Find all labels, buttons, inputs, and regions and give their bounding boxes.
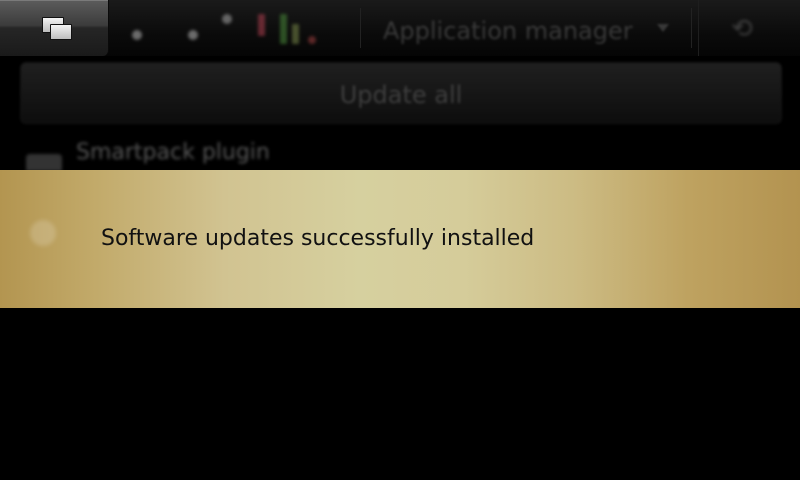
screen: Application manager ⟲ Update all Smartpa… [0,0,800,480]
title-menu[interactable]: Application manager [360,8,692,48]
signal-icon [280,14,287,44]
update-all-button[interactable]: Update all [20,62,782,124]
list-item-label: Smartpack plugin [76,140,270,165]
notification-icon [30,220,56,246]
status-indicator-icon [222,14,232,24]
chevron-down-icon [657,24,669,32]
battery-icon [258,14,265,36]
task-switcher-button[interactable] [0,0,109,56]
update-all-label: Update all [339,81,463,109]
status-indicator-icon [132,30,142,40]
signal-icon [292,24,299,44]
task-switcher-icon [40,16,72,42]
status-bar: Application manager ⟲ [0,0,800,56]
app-title: Application manager [383,17,633,45]
close-icon: ⟲ [731,14,753,44]
status-indicator-icon [188,30,198,40]
status-area[interactable] [112,6,334,50]
status-indicator-icon [308,36,316,44]
banner-message: Software updates successfully installed [101,226,535,251]
close-button[interactable]: ⟲ [698,0,800,56]
notification-banner[interactable]: Software updates successfully installed [0,170,800,308]
